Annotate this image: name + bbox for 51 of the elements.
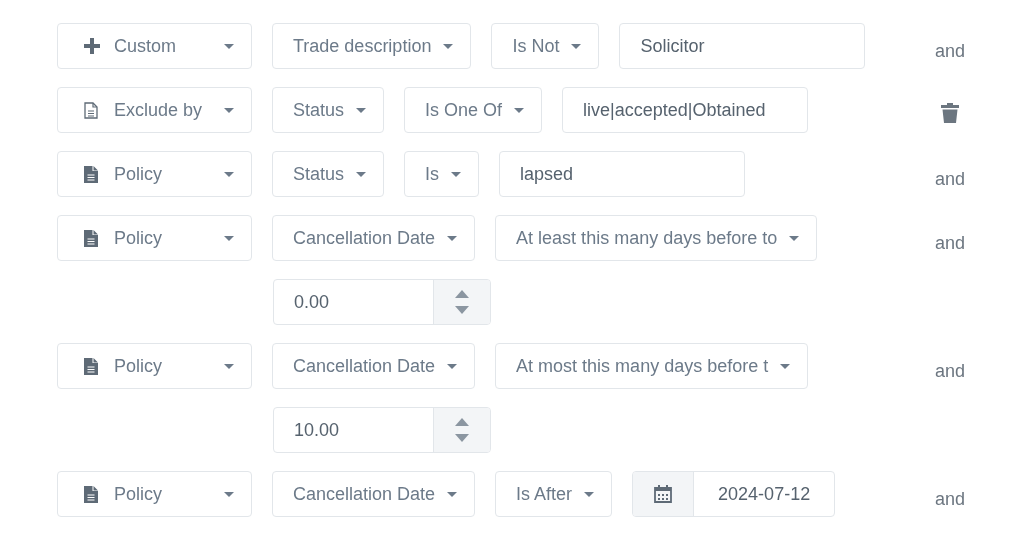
document-icon (84, 229, 98, 247)
field-dropdown[interactable]: Status (272, 151, 385, 197)
document-icon (84, 485, 98, 503)
caret-icon (224, 171, 234, 177)
operator-dropdown[interactable]: At least this many days before to (495, 215, 818, 261)
operator-dropdown[interactable]: Is After (495, 471, 613, 517)
trash-icon[interactable] (941, 103, 959, 123)
source-dropdown[interactable]: Custom (57, 23, 252, 69)
caret-icon (224, 107, 234, 113)
field-dropdown[interactable]: Trade description (272, 23, 472, 69)
caret-icon (224, 363, 234, 369)
value-field[interactable]: live|accepted|Obtained (562, 87, 809, 133)
operator-dropdown[interactable]: Is (404, 151, 480, 197)
caret-icon (447, 235, 458, 241)
field-dropdown[interactable]: Cancellation Date (272, 343, 476, 389)
connector-label: and (934, 168, 965, 190)
caret-icon (451, 171, 462, 177)
source-dropdown[interactable]: Policy (57, 471, 252, 517)
source-dropdown[interactable]: Policy (57, 151, 252, 197)
connector-label: and (934, 232, 965, 254)
caret-icon (224, 43, 234, 49)
caret-icon (571, 43, 582, 49)
field-dropdown[interactable]: Cancellation Date (272, 471, 476, 517)
connector-label: and (934, 40, 965, 62)
operator-dropdown[interactable]: Is One Of (404, 87, 543, 133)
caret-icon (514, 107, 525, 113)
source-dropdown[interactable]: Policy (57, 215, 252, 261)
caret-icon (447, 363, 458, 369)
source-dropdown[interactable]: Policy (57, 343, 252, 389)
connector-label: and (934, 488, 965, 510)
document-icon (84, 357, 98, 375)
caret-icon (443, 43, 454, 49)
caret-icon (356, 171, 367, 177)
operator-dropdown[interactable]: Is Not (491, 23, 600, 69)
caret-icon (789, 235, 800, 241)
operator-dropdown[interactable]: At most this many days before t (495, 343, 809, 389)
value-field[interactable]: Solicitor (619, 23, 866, 69)
caret-icon (584, 491, 595, 497)
caret-icon (356, 107, 367, 113)
value-field[interactable]: lapsed (499, 151, 746, 197)
document-icon (84, 165, 98, 183)
field-dropdown[interactable]: Status (272, 87, 385, 133)
caret-icon (224, 235, 234, 241)
document-icon (84, 101, 98, 119)
field-dropdown[interactable]: Cancellation Date (272, 215, 476, 261)
plus-icon (84, 38, 100, 54)
source-dropdown[interactable]: Exclude by (57, 87, 252, 133)
connector-label: and (934, 360, 965, 382)
caret-icon (447, 491, 458, 497)
caret-icon (780, 363, 791, 369)
caret-icon (224, 491, 234, 497)
